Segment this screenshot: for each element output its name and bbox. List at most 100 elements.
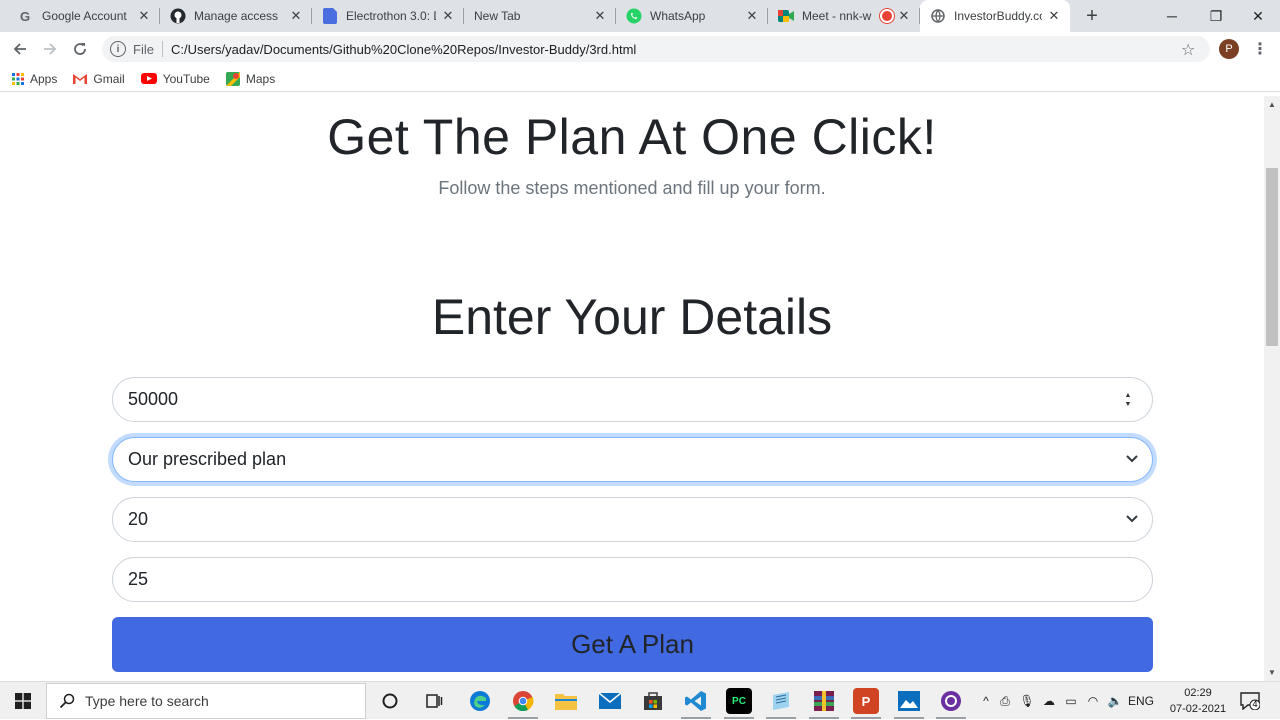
bookmark-apps[interactable]: Apps <box>12 72 57 86</box>
meet-icon <box>778 8 794 24</box>
get-plan-button[interactable]: Get A Plan <box>112 617 1153 672</box>
wifi-icon[interactable]: ◠ <box>1082 694 1104 708</box>
omnibox-divider <box>161 41 163 57</box>
docs-icon <box>322 8 338 24</box>
plan-select[interactable]: Our prescribed plan <box>112 437 1153 482</box>
search-icon <box>59 693 75 709</box>
page-viewport: Get The Plan At One Click! Follow the st… <box>0 96 1264 681</box>
start-button[interactable] <box>0 682 46 720</box>
info-icon[interactable]: i <box>110 41 126 57</box>
back-button[interactable] <box>8 37 32 61</box>
browser-tab-strip: G Google Account ✕ Manage access ✕ Elect… <box>0 0 1280 32</box>
close-icon[interactable]: ✕ <box>136 8 152 24</box>
language-indicator[interactable]: ENG <box>1126 694 1156 708</box>
url-text[interactable]: C:/Users/yadav/Documents/Github%20Clone%… <box>171 42 636 57</box>
age-value: 25 <box>128 569 149 589</box>
close-icon[interactable]: ✕ <box>896 8 912 24</box>
tab-meet[interactable]: Meet - nnk-w ✕ <box>768 0 920 32</box>
vscode-icon[interactable] <box>683 688 709 714</box>
hero-subtitle: Follow the steps mentioned and fill up y… <box>438 178 826 198</box>
address-bar[interactable]: i File C:/Users/yadav/Documents/Github%2… <box>102 36 1210 62</box>
maps-icon <box>225 71 240 86</box>
bookmark-label: Apps <box>30 71 58 86</box>
bookmarks-bar: Apps Gmail YouTube Maps <box>0 66 1280 92</box>
youtube-icon <box>140 73 157 84</box>
mail-icon[interactable] <box>597 688 623 714</box>
system-clock[interactable]: 02:29 07-02-2021 <box>1168 685 1228 717</box>
gmail-icon <box>73 73 88 84</box>
amount-input[interactable]: 50000 ▲ ▼ <box>112 377 1153 422</box>
reload-icon <box>74 43 86 55</box>
plan-select-value: Our prescribed plan <box>128 449 287 469</box>
bookmark-star-icon[interactable]: ☆ <box>1181 40 1195 60</box>
tab-title: New Tab <box>474 9 521 23</box>
tab-title: WhatsApp <box>650 9 706 23</box>
cortana-icon[interactable] <box>377 688 403 714</box>
forward-button[interactable] <box>38 37 62 61</box>
scroll-up-icon[interactable]: ▲ <box>1264 96 1280 113</box>
duration-select[interactable]: 20 <box>112 497 1153 542</box>
search-placeholder: Type here to search <box>85 693 209 709</box>
section-title: Enter Your Details <box>431 289 833 345</box>
whatsapp-icon <box>626 8 642 24</box>
google-icon: G <box>18 8 34 24</box>
scroll-down-icon[interactable]: ▼ <box>1264 664 1280 681</box>
obs-icon[interactable] <box>938 688 964 714</box>
bookmark-maps[interactable]: Maps <box>225 71 275 86</box>
tab-electrothon[interactable]: Electrothon 3.0: Di ✕ <box>312 0 464 32</box>
file-explorer-icon[interactable] <box>553 688 579 714</box>
age-input[interactable]: 25 <box>112 557 1153 602</box>
tab-whatsapp[interactable]: WhatsApp ✕ <box>616 0 768 32</box>
profile-avatar[interactable]: P <box>1219 39 1239 59</box>
tab-title: Google Account <box>42 9 127 23</box>
new-tab-button[interactable]: + <box>1080 4 1104 28</box>
bookmark-gmail[interactable]: Gmail <box>73 72 125 86</box>
taskbar-search[interactable]: Type here to search <box>46 683 366 719</box>
spin-down-icon[interactable]: ▼ <box>1125 400 1132 409</box>
apps-grid-icon <box>12 72 24 85</box>
duration-select-value: 20 <box>128 509 149 529</box>
recording-icon <box>882 11 892 21</box>
microphone-icon[interactable]: 🎙 <box>1016 694 1038 708</box>
close-window-button[interactable]: ✕ <box>1236 0 1280 32</box>
browser-toolbar: i File C:/Users/yadav/Documents/Github%2… <box>0 32 1280 66</box>
number-spinner[interactable]: ▲ ▼ <box>1122 388 1134 412</box>
edge-icon[interactable] <box>467 688 493 714</box>
tab-google-account[interactable]: G Google Account ✕ <box>8 0 160 32</box>
chrome-icon[interactable] <box>510 688 536 714</box>
screen-capture-icon[interactable]: ⎙ <box>994 694 1016 709</box>
tab-investorbuddy[interactable]: InvestorBuddy.con ✕ <box>920 0 1070 32</box>
tab-manage-access[interactable]: Manage access ✕ <box>160 0 312 32</box>
close-icon[interactable]: ✕ <box>592 8 608 24</box>
onedrive-icon[interactable]: ☁ <box>1038 694 1060 708</box>
close-icon[interactable]: ✕ <box>440 8 456 24</box>
winrar-icon[interactable] <box>811 688 837 714</box>
powerpoint-icon[interactable]: P <box>853 688 879 714</box>
speaker-icon[interactable]: 🔈 <box>1104 694 1126 708</box>
notification-center-icon[interactable]: 4 <box>1239 690 1261 712</box>
restore-button[interactable]: ❐ <box>1194 0 1238 32</box>
tab-new-tab[interactable]: New Tab ✕ <box>464 0 616 32</box>
reload-button[interactable] <box>68 37 92 61</box>
menu-kebab-icon[interactable]: ⋮ <box>1252 39 1268 59</box>
close-icon[interactable]: ✕ <box>1046 8 1062 24</box>
chevron-up-icon[interactable]: ^ <box>978 694 994 708</box>
amount-value: 50000 <box>128 389 179 409</box>
photos-icon[interactable] <box>896 688 922 714</box>
notepad-icon[interactable] <box>768 688 794 714</box>
store-icon[interactable] <box>640 688 666 714</box>
tab-title: InvestorBuddy.con <box>954 9 1042 23</box>
page-scrollbar[interactable]: ▲ ▼ <box>1264 96 1280 681</box>
battery-icon[interactable]: ▭ <box>1060 694 1082 708</box>
close-icon[interactable]: ✕ <box>744 8 760 24</box>
globe-icon <box>930 8 946 24</box>
spin-up-icon[interactable]: ▲ <box>1125 391 1132 400</box>
clock-time: 02:29 <box>1184 687 1212 699</box>
close-icon[interactable]: ✕ <box>288 8 304 24</box>
bookmark-youtube[interactable]: YouTube <box>140 72 210 86</box>
pycharm-icon[interactable]: PC <box>726 688 752 714</box>
scroll-thumb[interactable] <box>1266 168 1278 346</box>
minimize-button[interactable]: ─ <box>1150 0 1194 32</box>
arrow-right-icon <box>44 43 57 55</box>
task-view-icon[interactable] <box>421 688 447 714</box>
